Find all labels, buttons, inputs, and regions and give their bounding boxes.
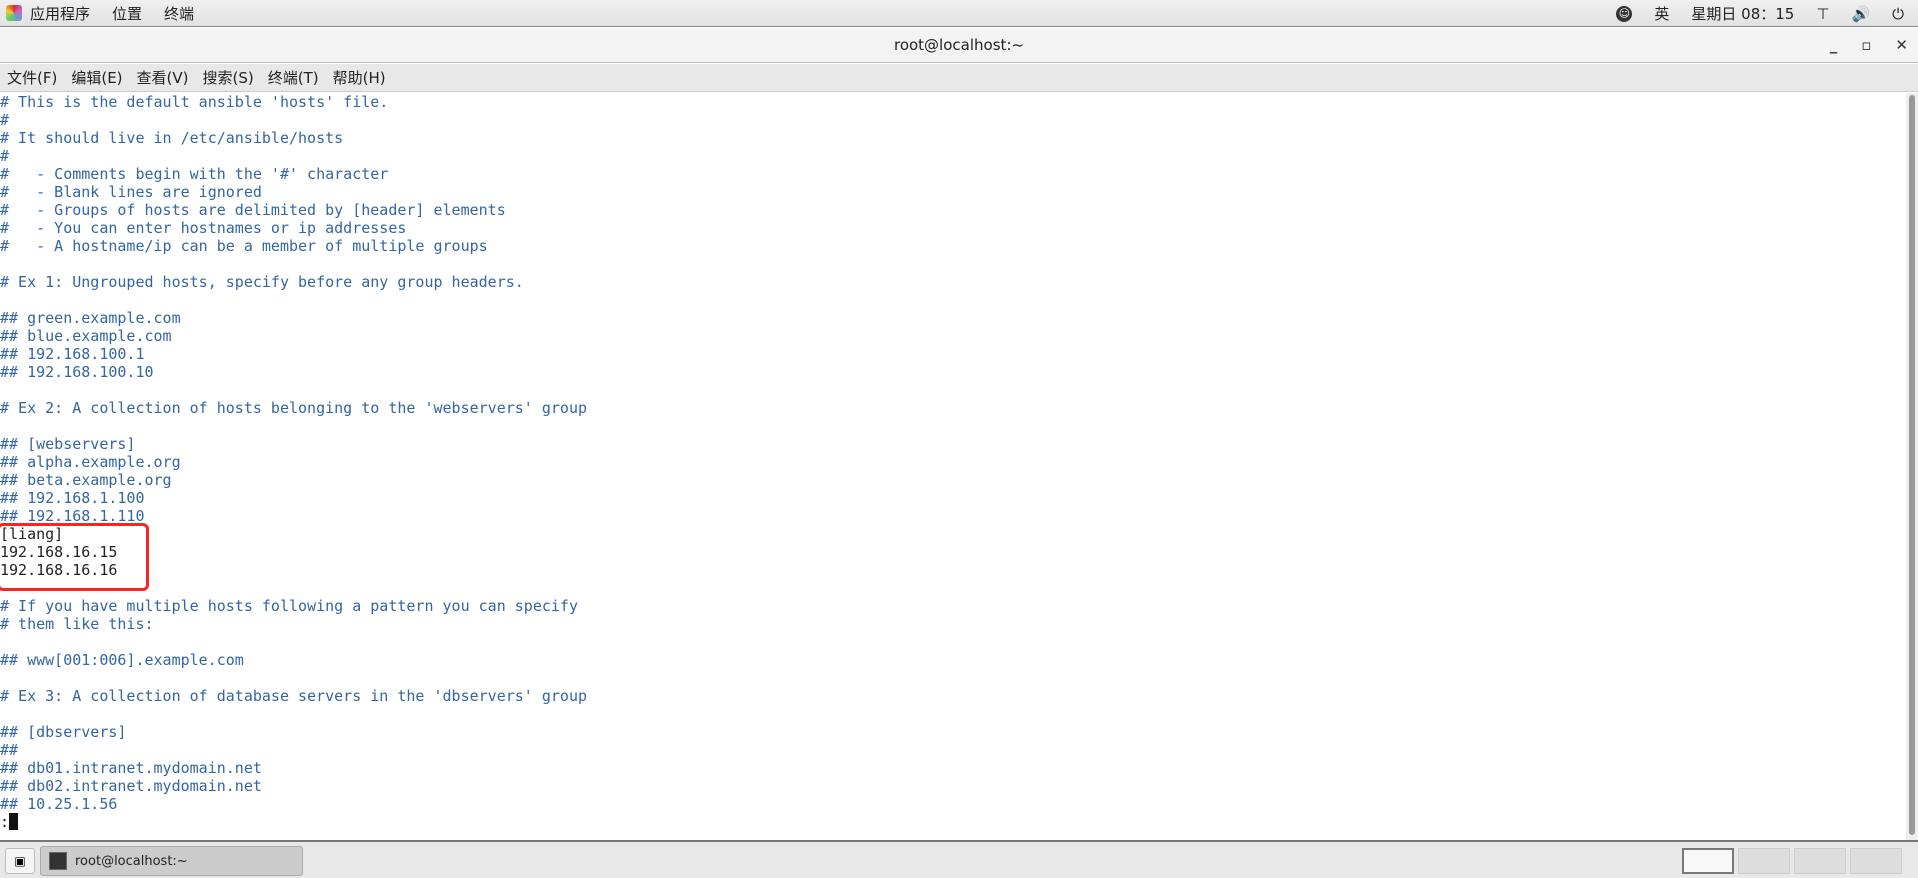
terminal-line: ## alpha.example.org <box>0 453 181 471</box>
scrollbar[interactable] <box>1906 93 1918 840</box>
close-button[interactable]: ✕ <box>1895 28 1908 63</box>
network-icon[interactable]: ⊤ <box>1816 5 1829 23</box>
menu-terminal[interactable]: 终端(T) <box>268 67 319 88</box>
menu-help[interactable]: 帮助(H) <box>333 67 386 88</box>
terminal-line: # Ex 2: A collection of hosts belonging … <box>0 399 587 417</box>
terminal-line: # Ex 3: A collection of database servers… <box>0 687 587 705</box>
menu-places[interactable]: 位置 <box>112 3 142 24</box>
terminal-line: ## 192.168.100.10 <box>0 363 154 381</box>
taskbar-task-terminal[interactable]: root@localhost:~ <box>40 846 303 876</box>
workspace-2[interactable] <box>1738 848 1790 874</box>
workspace-1[interactable] <box>1682 848 1734 874</box>
terminal-line: # Ex 1: Ungrouped hosts, specify before … <box>0 273 524 291</box>
terminal-content[interactable]: # This is the default ansible 'hosts' fi… <box>0 93 1906 840</box>
highlight-box <box>0 523 149 591</box>
terminal-line: ## beta.example.org <box>0 471 172 489</box>
workspace-4[interactable] <box>1850 848 1902 874</box>
terminal-line: ## db01.intranet.mydomain.net <box>0 759 262 777</box>
menu-terminal[interactable]: 终端 <box>164 3 194 24</box>
terminal-line: ## <box>0 741 19 759</box>
window-title: root@localhost:~ <box>893 36 1025 54</box>
accessibility-icon[interactable]: ☺ <box>1616 5 1633 22</box>
top-panel: 应用程序 位置 终端 ☺ 英 星期日 08：15 ⊤ 🔊 ⏻ <box>0 0 1918 27</box>
terminal-line: ## [webservers] <box>0 435 136 453</box>
apps-logo-icon <box>6 5 22 21</box>
terminal-line: ## 10.25.1.56 <box>0 795 118 813</box>
prompt-line[interactable]: : <box>0 813 1906 831</box>
menu-edit[interactable]: 编辑(E) <box>71 67 122 88</box>
terminal-line: # If you have multiple hosts following a… <box>0 597 578 615</box>
terminal-line: # - A hostname/ip can be a member of mul… <box>0 237 488 255</box>
terminal-line: # - Blank lines are ignored <box>0 183 262 201</box>
workspace-3[interactable] <box>1794 848 1846 874</box>
minimize-button[interactable]: _ <box>1830 28 1838 63</box>
terminal-line: ## db02.intranet.mydomain.net <box>0 777 262 795</box>
terminal-line: # - Comments begin with the '#' characte… <box>0 165 389 183</box>
input-method[interactable]: 英 <box>1654 3 1669 24</box>
terminal-line: ## 192.168.1.100 <box>0 489 145 507</box>
terminal-line: ## www[001:006].example.com <box>0 651 244 669</box>
terminal-line: [liang] <box>0 525 64 543</box>
menu-file[interactable]: 文件(F) <box>7 67 57 88</box>
menu-view[interactable]: 查看(V) <box>137 67 189 88</box>
task-label: root@localhost:~ <box>75 853 188 869</box>
terminal-line: # - Groups of hosts are delimited by [he… <box>0 201 506 219</box>
terminal-line: # - You can enter hostnames or ip addres… <box>0 219 407 237</box>
window-titlebar: root@localhost:~ _ ▫ ✕ <box>0 28 1918 63</box>
terminal-line: ## blue.example.com <box>0 327 172 345</box>
terminal-line: # <box>0 147 10 165</box>
scrollbar-thumb[interactable] <box>1909 95 1915 835</box>
clock[interactable]: 星期日 08：15 <box>1691 3 1794 24</box>
terminal-line: # This is the default ansible 'hosts' fi… <box>0 93 389 111</box>
terminal-line: ## green.example.com <box>0 309 181 327</box>
terminal-icon <box>49 852 67 870</box>
prompt: : <box>0 813 10 831</box>
terminal-line: # It should live in /etc/ansible/hosts <box>0 129 344 147</box>
menu-applications[interactable]: 应用程序 <box>30 3 90 24</box>
volume-icon[interactable]: 🔊 <box>1851 5 1870 23</box>
terminal-line: ## [dbservers] <box>0 723 127 741</box>
show-desktop-button[interactable]: ▣ <box>5 848 35 874</box>
terminal-line: ## 192.168.1.110 <box>0 507 145 525</box>
terminal-line: 192.168.16.15 <box>0 543 118 561</box>
power-icon[interactable]: ⏻ <box>1892 5 1904 23</box>
maximize-button[interactable]: ▫ <box>1861 28 1871 63</box>
taskbar: ▣ root@localhost:~ <box>0 840 1918 878</box>
menubar: 文件(F) 编辑(E) 查看(V) 搜索(S) 终端(T) 帮助(H) <box>0 64 1918 92</box>
terminal-line: ## 192.168.100.1 <box>0 345 145 363</box>
cursor <box>9 813 19 830</box>
terminal-line: # <box>0 111 10 129</box>
terminal-line: # them like this: <box>0 615 154 633</box>
menu-search[interactable]: 搜索(S) <box>203 67 254 88</box>
terminal-line: 192.168.16.16 <box>0 561 118 579</box>
